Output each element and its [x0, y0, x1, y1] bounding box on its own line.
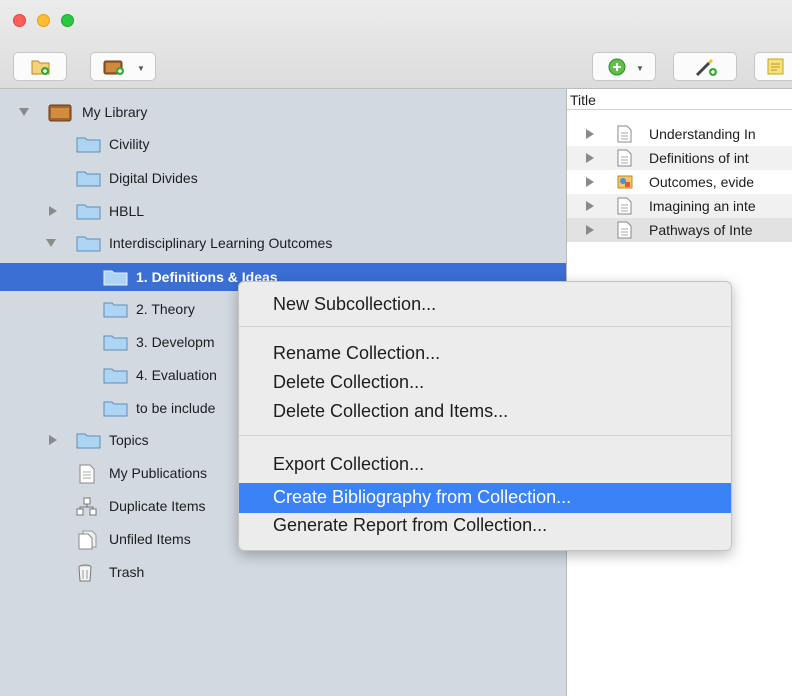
menu-item-label: Export Collection... [273, 454, 425, 474]
new-collection-icon [31, 60, 50, 75]
note-icon [767, 58, 784, 75]
disclosure-triangle-icon[interactable] [586, 153, 594, 163]
menu-item-label: New Subcollection... [273, 294, 437, 314]
disclosure-triangle-icon[interactable] [586, 201, 594, 211]
sidebar-item-digital-divides[interactable]: Digital Divides [0, 164, 566, 192]
folder-icon [103, 401, 128, 417]
minimize-window-button[interactable] [37, 14, 50, 27]
new-note-button[interactable] [754, 52, 792, 81]
item-row[interactable]: Definitions of int [567, 146, 792, 170]
item-title: Pathways of Inte [649, 222, 753, 238]
library-icon [48, 104, 72, 122]
item-title: Definitions of int [649, 150, 749, 166]
menu-item-export-collection[interactable]: Export Collection... [239, 452, 731, 478]
folder-icon [76, 137, 101, 153]
new-item-button[interactable]: ▼ [592, 52, 656, 81]
menu-item-generate-report[interactable]: Generate Report from Collection... [239, 513, 731, 539]
menu-item-delete-collection-and-items[interactable]: Delete Collection and Items... [239, 399, 731, 425]
chevron-down-icon: ▼ [636, 64, 644, 73]
sidebar-item-label: 3. Developm [136, 334, 215, 350]
zoom-window-button[interactable] [61, 14, 74, 27]
sidebar-item-label: Topics [109, 432, 149, 448]
add-by-identifier-button[interactable] [673, 52, 737, 81]
item-row[interactable]: Understanding In [567, 122, 792, 146]
menu-item-create-bibliography[interactable]: Create Bibliography from Collection... [239, 483, 731, 513]
magic-wand-icon [695, 58, 717, 77]
item-row[interactable]: Imagining an inte [567, 194, 792, 218]
menu-separator [239, 435, 731, 436]
document-icon [617, 221, 632, 239]
folder-icon [103, 335, 128, 351]
menu-item-delete-collection[interactable]: Delete Collection... [239, 370, 731, 396]
disclosure-triangle-icon[interactable] [586, 129, 594, 139]
trash-icon [78, 564, 92, 582]
folder-icon [76, 204, 101, 220]
column-header-title[interactable]: Title [567, 89, 792, 110]
folder-icon [76, 433, 101, 449]
sidebar-item-label: Civility [109, 136, 150, 152]
presentation-icon [617, 175, 633, 189]
duplicate-items-icon [76, 497, 97, 516]
menu-item-label: Delete Collection and Items... [273, 401, 509, 421]
sidebar-item-my-library[interactable]: My Library [0, 98, 566, 126]
sidebar-item-label: Duplicate Items [109, 498, 206, 514]
folder-icon [103, 270, 128, 286]
collection-context-menu: New Subcollection... Rename Collection..… [238, 281, 732, 551]
disclosure-triangle-icon[interactable] [19, 108, 29, 116]
sidebar-item-label: Trash [109, 564, 145, 580]
document-icon [79, 464, 95, 484]
new-library-button[interactable]: ▼ [90, 52, 156, 81]
item-title: Outcomes, evide [649, 174, 755, 190]
column-header-label: Title [570, 92, 596, 108]
sidebar-item-label: HBLL [109, 203, 145, 219]
disclosure-triangle-icon[interactable] [586, 225, 594, 235]
new-collection-button[interactable] [13, 52, 67, 81]
item-row[interactable]: Outcomes, evide [567, 170, 792, 194]
add-circle-icon [608, 58, 626, 76]
sidebar-item-hbll[interactable]: HBLL [0, 197, 566, 225]
document-icon [617, 197, 632, 215]
menu-item-label: Rename Collection... [273, 343, 441, 363]
sidebar-item-label: My Library [82, 104, 148, 120]
window-toolbar: ▼ ▼ [0, 0, 792, 89]
sidebar-item-civility[interactable]: Civility [0, 130, 566, 158]
folder-icon [103, 302, 128, 318]
sidebar-item-label: My Publications [109, 465, 208, 481]
chevron-down-icon: ▼ [137, 64, 145, 73]
sidebar-item-label: 2. Theory [136, 301, 195, 317]
menu-separator [239, 326, 731, 327]
menu-item-new-subcollection[interactable]: New Subcollection... [239, 292, 731, 318]
item-title: Understanding In [649, 126, 756, 142]
folder-icon [76, 171, 101, 187]
sidebar-item-label: Digital Divides [109, 170, 198, 186]
disclosure-triangle-icon[interactable] [49, 435, 57, 445]
close-window-button[interactable] [13, 14, 26, 27]
sidebar-item-label: 4. Evaluation [136, 367, 217, 383]
sidebar-item-label: Interdisciplinary Learning Outcomes [109, 235, 333, 251]
document-icon [617, 125, 632, 143]
sidebar-item-label: Unfiled Items [109, 531, 191, 547]
folder-icon [76, 236, 101, 252]
disclosure-triangle-icon[interactable] [586, 177, 594, 187]
sidebar-item-label: to be include [136, 400, 216, 416]
unfiled-items-icon [78, 530, 97, 550]
item-row[interactable]: Pathways of Inte [567, 218, 792, 242]
menu-item-label: Create Bibliography from Collection... [273, 487, 572, 507]
menu-item-rename-collection[interactable]: Rename Collection... [239, 341, 731, 367]
library-icon [103, 60, 124, 75]
disclosure-triangle-icon[interactable] [49, 206, 57, 216]
menu-item-label: Generate Report from Collection... [273, 515, 548, 535]
disclosure-triangle-icon[interactable] [46, 239, 56, 247]
item-title: Imagining an inte [649, 198, 756, 214]
menu-item-label: Delete Collection... [273, 372, 425, 392]
sidebar-item-trash[interactable]: Trash [0, 558, 566, 586]
sidebar-item-interdisciplinary-learning-outcomes[interactable]: Interdisciplinary Learning Outcomes [0, 229, 566, 257]
document-icon [617, 149, 632, 167]
folder-icon [103, 368, 128, 384]
